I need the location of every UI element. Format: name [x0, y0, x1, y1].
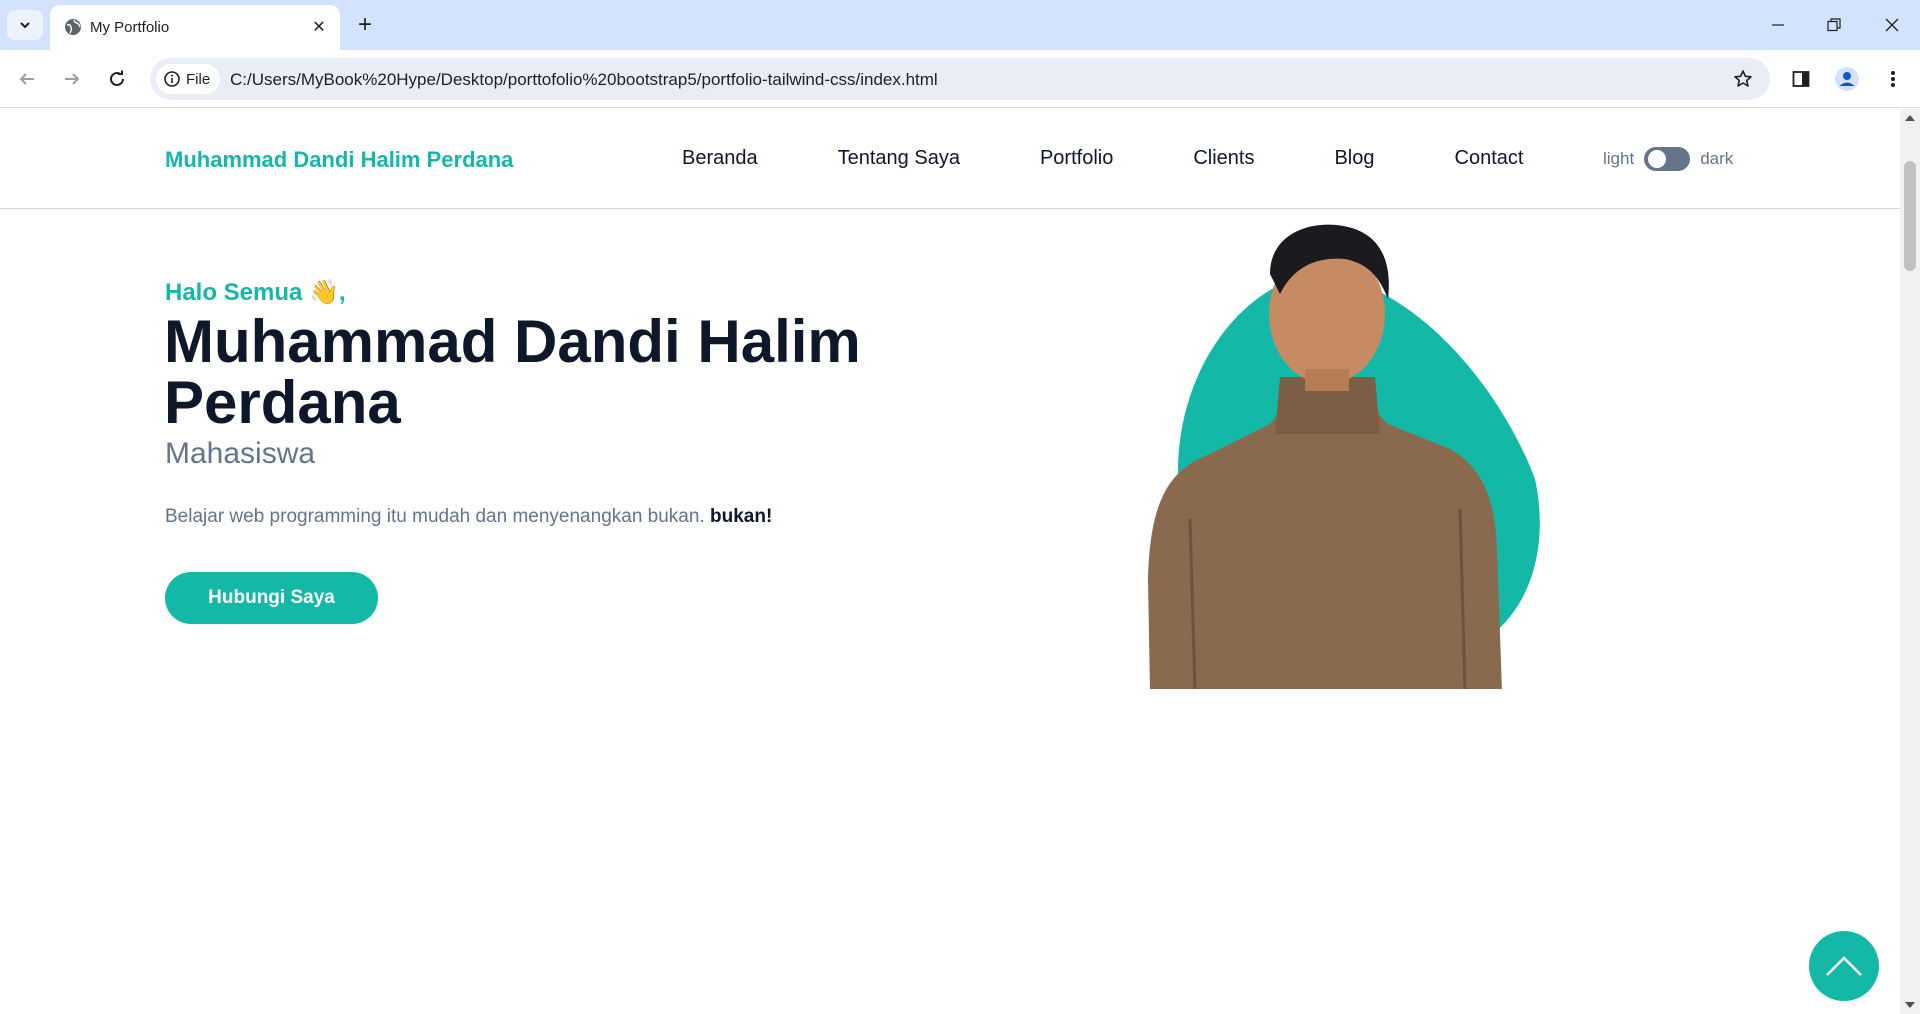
reload-button[interactable] [100, 62, 134, 96]
minimize-button[interactable] [1750, 0, 1806, 50]
contact-me-button[interactable]: Hubungi Saya [165, 572, 378, 624]
site-info-chip[interactable]: File [156, 64, 221, 94]
url-text[interactable]: C:/Users/MyBook%20Hype/Desktop/porttofol… [230, 70, 938, 90]
nav-portfolio[interactable]: Portfolio [1000, 147, 1153, 170]
browser-tab-strip: My Portfolio ✕ + [0, 0, 1920, 50]
chevron-down-icon [20, 22, 30, 29]
theme-light-label: light [1603, 149, 1635, 168]
browser-menu-button[interactable] [1876, 62, 1910, 96]
hero-greeting: Halo Semua 👋, [165, 279, 346, 306]
hero-description-emphasis: bukan! [710, 506, 773, 527]
chevron-up-icon [1826, 956, 1862, 976]
scrollbar-thumb[interactable] [1904, 161, 1916, 271]
theme-switch: light dark [1603, 147, 1733, 171]
nav-contact[interactable]: Contact [1415, 147, 1564, 170]
nav-clients[interactable]: Clients [1153, 147, 1294, 170]
close-icon [1885, 18, 1899, 32]
forward-button[interactable] [55, 62, 89, 96]
arrow-right-icon [65, 73, 80, 85]
restore-icon [1827, 18, 1841, 32]
reload-icon [110, 70, 124, 86]
new-tab-button[interactable]: + [350, 10, 380, 40]
page-scrollbar[interactable] [1900, 109, 1920, 1014]
avatar-icon [1835, 67, 1859, 91]
side-panel-icon [1792, 71, 1810, 87]
nav-tentang-saya[interactable]: Tentang Saya [798, 147, 1000, 170]
arrow-left-icon [19, 73, 34, 85]
theme-dark-label: dark [1700, 149, 1734, 168]
scroll-down-icon[interactable] [1905, 1002, 1915, 1008]
back-to-top-button[interactable] [1809, 931, 1879, 1001]
page-viewport: Muhammad Dandi Halim Perdana Beranda Ten… [0, 109, 1900, 1014]
bookmark-star-icon[interactable] [1730, 66, 1756, 92]
close-tab-icon[interactable]: ✕ [308, 16, 330, 38]
browser-tab[interactable]: My Portfolio ✕ [50, 5, 340, 50]
hero-description-text: Belajar web programming itu mudah dan me… [165, 506, 705, 527]
more-vertical-icon [1891, 71, 1895, 87]
tab-title: My Portfolio [90, 19, 170, 36]
globe-icon [65, 19, 81, 35]
hero-name: Muhammad Dandi Halim Perdana [164, 308, 861, 436]
toggle-knob [1648, 150, 1667, 168]
dark-mode-toggle[interactable] [1644, 147, 1691, 171]
close-window-button[interactable] [1864, 0, 1920, 50]
scroll-up-icon[interactable] [1905, 115, 1915, 121]
side-panel-button[interactable] [1784, 62, 1818, 96]
info-icon [164, 71, 180, 87]
nav-blog[interactable]: Blog [1294, 147, 1414, 170]
site-brand[interactable]: Muhammad Dandi Halim Perdana [165, 147, 513, 173]
tab-search-button[interactable] [7, 10, 43, 40]
hero-portrait-image [1148, 224, 1540, 689]
hero-role: Mahasiswa [165, 437, 316, 470]
back-button[interactable] [10, 62, 44, 96]
browser-toolbar: File C:/Users/MyBook%20Hype/Desktop/port… [0, 50, 1920, 108]
hero-description: Belajar web programming itu mudah dan me… [165, 506, 772, 528]
star-icon [1734, 70, 1752, 87]
site-header: Muhammad Dandi Halim Perdana Beranda Ten… [0, 109, 1900, 209]
main-nav: Beranda Tentang Saya Portfolio Clients B… [642, 147, 1563, 170]
profile-button[interactable] [1830, 62, 1864, 96]
address-bar[interactable]: File C:/Users/MyBook%20Hype/Desktop/port… [150, 58, 1770, 100]
nav-beranda[interactable]: Beranda [642, 147, 798, 170]
restore-button[interactable] [1806, 0, 1862, 50]
site-info-label: File [186, 70, 211, 88]
minimize-icon [1772, 24, 1784, 26]
